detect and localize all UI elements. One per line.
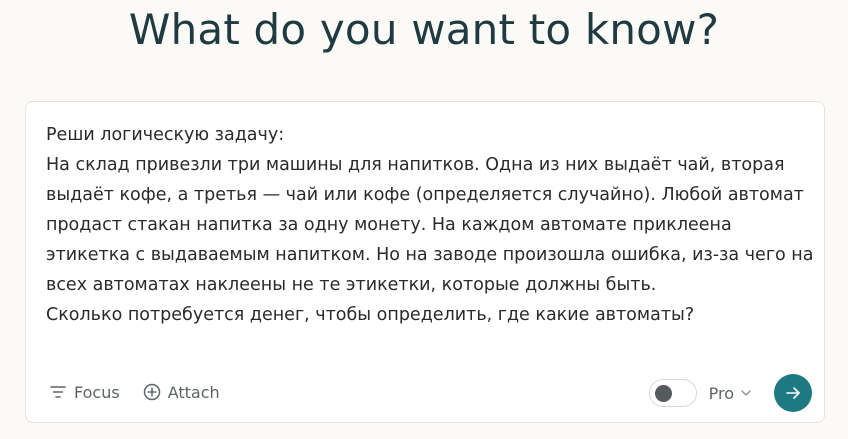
toggle-knob	[654, 385, 672, 402]
focus-button[interactable]: Focus	[48, 378, 120, 406]
query-toolbar: Focus Attach	[48, 378, 242, 406]
page-heading: What do you want to know?	[128, 5, 720, 54]
page: What do you want to know? Реши логическу…	[0, 0, 848, 439]
pro-label: Pro	[708, 383, 734, 403]
attach-label: Attach	[167, 382, 220, 402]
plus-circle-icon	[142, 382, 162, 402]
submit-button[interactable]	[774, 374, 812, 412]
pro-dropdown[interactable]: Pro	[709, 384, 752, 403]
chevron-down-icon	[740, 387, 752, 399]
query-box[interactable]: Реши логическую задачу: На склад привезл…	[25, 101, 825, 423]
attach-button[interactable]: Attach	[142, 378, 220, 406]
query-actions: Pro	[648, 374, 812, 412]
arrow-right-icon	[785, 386, 801, 400]
pro-toggle[interactable]	[648, 379, 697, 407]
query-text[interactable]: Реши логическую задачу: На склад привезл…	[46, 120, 816, 330]
filter-lines-icon	[48, 382, 68, 402]
focus-label: Focus	[74, 382, 120, 402]
